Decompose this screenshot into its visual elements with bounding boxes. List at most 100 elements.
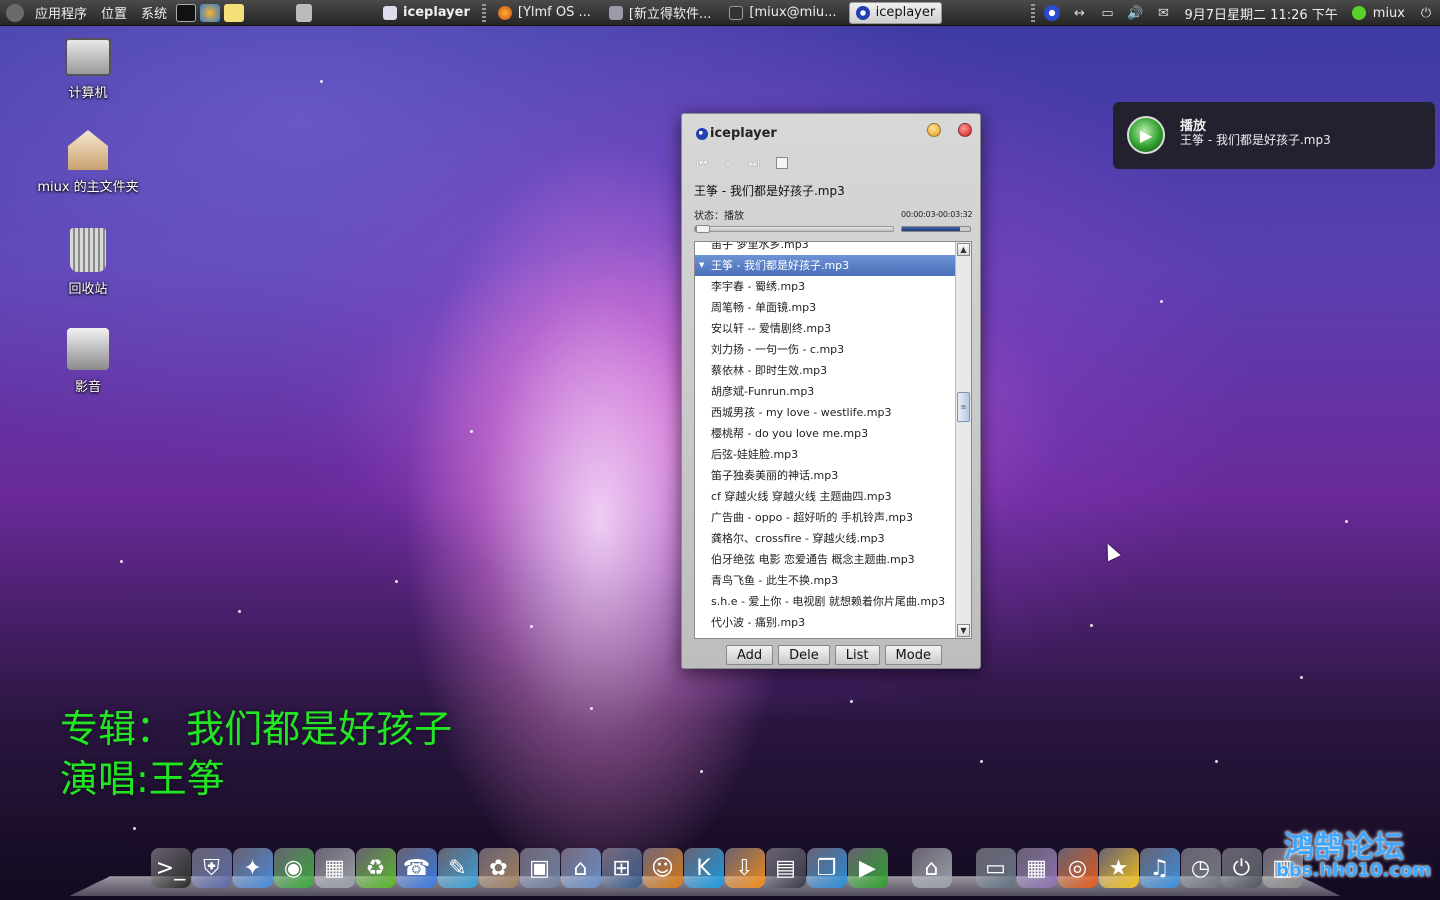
window-icon — [383, 6, 397, 20]
playlist-item[interactable]: 周笔畅 - 单面镜.mp3 — [695, 297, 955, 318]
dock-home-box-icon[interactable]: ⌂ — [912, 848, 952, 888]
playlist-item[interactable]: 广告曲 - oppo - 超好听的 手机铃声.mp3 — [695, 507, 955, 528]
playlist-item[interactable]: 胡彦斌-Funrun.mp3 — [695, 381, 955, 402]
desktop-icon-trash[interactable]: 回收站 — [28, 228, 148, 297]
network-arrows-icon[interactable]: ↔ — [1071, 5, 1089, 21]
dock-media-player-icon[interactable]: ▶ — [848, 848, 888, 888]
user-status-icon — [1350, 5, 1368, 21]
desktop-icon-home[interactable]: miux 的主文件夹 — [28, 130, 148, 195]
dock: >_ ⛨ ✦ ◉ ▦ ♻ ☎ ✎ ✿ ▣ ⌂ ⊞ ☺ K ⇩ ▤ ❐ ▶ ⌂ ▭ ▦ ◎ ★ ♫ ◷ ⏻ ▥ — [150, 848, 1303, 888]
list-button[interactable]: List — [835, 645, 880, 665]
iceplayer-icon — [856, 6, 870, 20]
play-icon: ▶ — [1127, 116, 1165, 154]
system-tray: ↔ ▭ 🔊 ✉ 9月7日星期二 11:26 下午 miux ⏻ — [1028, 0, 1440, 26]
dock-clock-icon[interactable]: ◷ — [1181, 848, 1221, 888]
trash-applet-icon[interactable] — [296, 4, 312, 22]
dock-clapperboard-icon[interactable]: ▤ — [766, 848, 806, 888]
playlist-item[interactable]: 后弦-娃娃脸.mp3 — [695, 444, 955, 465]
playlist-item[interactable]: s.h.e - 爱上你 - 电视剧 就想赖着你片尾曲.mp3 — [695, 591, 955, 612]
task-ylmf[interactable]: [Ylmf OS ... — [492, 2, 597, 24]
notification-body: 王筝 - 我们都是好孩子.mp3 — [1180, 131, 1331, 148]
mode-button[interactable]: Mode — [885, 645, 942, 665]
close-button[interactable] — [958, 123, 972, 137]
play-status: 状态：播放 — [694, 207, 744, 222]
playlist-item[interactable]: 青鸟飞鱼 - 此生不换.mp3 — [695, 570, 955, 591]
iceplayer-window: iceplayer ⏮ ⏸ ⏭ 王筝 - 我们都是好孩子.mp3 状态：播放 0… — [681, 113, 981, 669]
user-name[interactable]: miux — [1373, 6, 1412, 21]
iceplayer-tray-icon[interactable] — [1043, 5, 1061, 21]
notes-launcher-icon[interactable] — [224, 4, 244, 22]
dock-recycle-icon[interactable]: ♻ — [356, 848, 396, 888]
add-button[interactable]: Add — [726, 645, 773, 665]
dock-music-icon[interactable]: ♫ — [1140, 848, 1180, 888]
menu-places[interactable]: 位置 — [94, 3, 134, 22]
dock-monitor-icon[interactable]: ▭ — [976, 848, 1016, 888]
dock-game-character-icon[interactable]: ☺ — [643, 848, 683, 888]
dock-photo-icon[interactable]: ▣ — [520, 848, 560, 888]
task-iceplayer-active[interactable]: iceplayer — [849, 2, 943, 24]
browser-launcher-icon[interactable] — [200, 4, 220, 22]
terminal-launcher-icon[interactable] — [176, 4, 196, 22]
window-title: iceplayer — [696, 126, 777, 141]
dock-ubuntu-icon[interactable]: ◎ — [1058, 848, 1098, 888]
dock-chrome-icon[interactable]: ◉ — [274, 848, 314, 888]
playlist-item[interactable]: 代小波 - 痛别.mp3 — [695, 612, 955, 633]
playlist-item[interactable]: 王筝 - 我们都是好孩子.mp3 — [695, 255, 955, 276]
desktop-icon-computer[interactable]: 计算机 — [28, 38, 148, 101]
minimize-button[interactable] — [927, 123, 941, 137]
dock-download-icon[interactable]: ⇩ — [725, 848, 765, 888]
dock-video-chat-icon[interactable]: ☎ — [397, 848, 437, 888]
delete-button[interactable]: Dele — [778, 645, 830, 665]
task-synaptic[interactable]: [新立得软件... — [603, 2, 717, 24]
volume-icon[interactable]: 🔊 — [1127, 5, 1145, 21]
clock[interactable]: 9月7日星期二 11:26 下午 — [1178, 4, 1345, 23]
next-track-icon[interactable]: ⏭ — [746, 156, 762, 170]
menu-applications[interactable]: 应用程序 — [28, 3, 94, 22]
scroll-down-icon[interactable]: ▼ — [957, 624, 970, 637]
network-icon[interactable]: ▭ — [1099, 5, 1117, 21]
scroll-up-icon[interactable]: ▲ — [957, 243, 970, 256]
playlist-item[interactable]: 安以轩 -- 爱情剧终.mp3 — [695, 318, 955, 339]
dock-shield-icon[interactable]: ⛨ — [192, 848, 232, 888]
playlist-scrollbar[interactable]: ▲ ≡ ▼ — [955, 242, 971, 638]
mail-icon[interactable]: ✉ — [1155, 5, 1173, 21]
dock-windows-icon[interactable]: ⊞ — [602, 848, 642, 888]
playlist-item[interactable]: 笛子独奏美丽的神话.mp3 — [695, 465, 955, 486]
dock-power-icon[interactable]: ⏻ — [1222, 848, 1262, 888]
dock-network-icon[interactable]: ⌂ — [561, 848, 601, 888]
dock-window-manager-icon[interactable]: ❐ — [807, 848, 847, 888]
playlist-item[interactable]: cf 穿越火线 穿越火线 主题曲四.mp3 — [695, 486, 955, 507]
previous-track-icon[interactable]: ⏮ — [694, 156, 710, 170]
separator — [482, 4, 486, 22]
dock-star-icon[interactable]: ★ — [1099, 848, 1139, 888]
playlist-item[interactable]: 刘力扬 - 一句一伤 - c.mp3 — [695, 339, 955, 360]
playlist-item[interactable]: 李宇春 - 蜀绣.mp3 — [695, 276, 955, 297]
now-playing-notification[interactable]: ▶ 播放 王筝 - 我们都是好孩子.mp3 — [1113, 102, 1435, 169]
dock-gimp-icon[interactable]: ✿ — [479, 848, 519, 888]
playlist-item[interactable]: 笛子 梦里水乡.mp3 — [695, 241, 955, 255]
dock-terminal-icon[interactable]: >_ — [151, 848, 191, 888]
dock-workspace-icon[interactable]: ▦ — [1017, 848, 1057, 888]
playlist-item[interactable]: 蔡依林 - 即时生效.mp3 — [695, 360, 955, 381]
stop-icon[interactable] — [776, 157, 788, 169]
dock-calculator-icon[interactable]: ▦ — [315, 848, 355, 888]
scroll-thumb[interactable]: ≡ — [957, 392, 970, 422]
separator — [1031, 4, 1035, 22]
playlist-item[interactable]: 西城男孩 - my love - westlife.mp3 — [695, 402, 955, 423]
seek-handle[interactable] — [696, 225, 710, 233]
dock-k-logo-icon[interactable]: K — [684, 848, 724, 888]
playlist-item[interactable]: 樱桃帮 - do you love me.mp3 — [695, 423, 955, 444]
playlist-item[interactable]: 伯牙绝弦 电影 恋爱通告 概念主题曲.mp3 — [695, 549, 955, 570]
menu-system[interactable]: 系统 — [134, 3, 174, 22]
pause-icon[interactable]: ⏸ — [720, 156, 736, 170]
seek-slider[interactable] — [694, 226, 894, 232]
power-icon[interactable]: ⏻ — [1417, 5, 1435, 21]
dock-safari-compass-icon[interactable]: ✦ — [233, 848, 273, 888]
lyrics-album-line: 专辑： 我们都是好孩子 — [60, 698, 452, 753]
desktop-icon-media[interactable]: 影音 — [28, 328, 148, 395]
volume-slider[interactable] — [901, 226, 971, 232]
dock-feather-pen-icon[interactable]: ✎ — [438, 848, 478, 888]
task-terminal[interactable]: [miux@miu... — [723, 2, 842, 24]
playlist-item[interactable]: 龚格尔、crossfire - 穿越火线.mp3 — [695, 528, 955, 549]
task-iceplayer[interactable]: iceplayer — [377, 2, 476, 24]
